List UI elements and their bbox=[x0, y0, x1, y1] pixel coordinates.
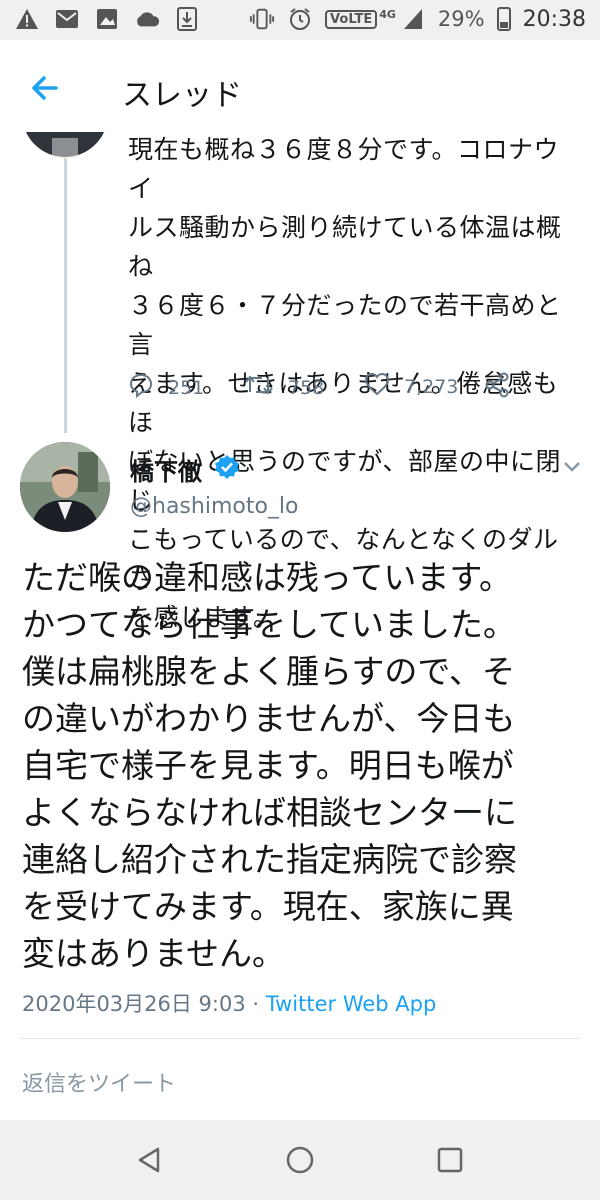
verified-badge-icon bbox=[214, 454, 240, 480]
previous-tweet-actions: 251 758 7,273 bbox=[128, 372, 580, 408]
back-triangle-icon[interactable] bbox=[134, 1144, 166, 1176]
gmail-icon bbox=[54, 6, 80, 32]
status-bar: VoLTE 4G 29% 20:38 bbox=[0, 0, 600, 40]
retweet-icon bbox=[244, 372, 274, 403]
chevron-down-icon[interactable] bbox=[560, 454, 584, 478]
thread-connector-line bbox=[64, 158, 67, 433]
alarm-icon bbox=[287, 6, 313, 32]
reply-action[interactable]: 251 bbox=[128, 372, 204, 403]
meta-separator: · bbox=[245, 992, 266, 1016]
arrow-left-icon[interactable] bbox=[26, 68, 66, 108]
reply-count: 251 bbox=[168, 376, 205, 399]
retweet-action[interactable]: 758 bbox=[244, 372, 324, 403]
warning-icon bbox=[14, 6, 40, 32]
author-name[interactable]: 橋下徹 bbox=[130, 452, 202, 487]
network-gen-label: 4G bbox=[379, 7, 396, 21]
page-title: スレッド bbox=[122, 78, 242, 113]
divider bbox=[20, 1038, 580, 1039]
status-bar-left bbox=[14, 6, 200, 32]
volte-badge: VoLTE bbox=[325, 9, 378, 29]
tweet-text: ただ喉の違和感は残っています。 かつてなら仕事をしていました。 僕は扁桃腺をよく… bbox=[22, 558, 517, 973]
reply-icon bbox=[128, 372, 154, 403]
app-bar: スレッド bbox=[0, 40, 600, 132]
share-action[interactable] bbox=[484, 372, 510, 403]
clock: 20:38 bbox=[522, 6, 586, 32]
battery-percent: 29% bbox=[437, 7, 485, 31]
heart-icon bbox=[364, 372, 390, 401]
previous-tweet-avatar[interactable] bbox=[22, 132, 108, 158]
vibrate-icon bbox=[249, 6, 275, 32]
image-icon bbox=[94, 6, 120, 32]
avatar[interactable] bbox=[20, 442, 110, 532]
source-app-link[interactable]: Twitter Web App bbox=[266, 992, 437, 1016]
cloud-icon bbox=[134, 6, 160, 32]
signal-icon bbox=[400, 6, 426, 32]
system-nav-bar bbox=[0, 1120, 600, 1200]
retweet-count: 758 bbox=[288, 376, 325, 399]
share-icon bbox=[484, 372, 510, 403]
download-icon bbox=[174, 6, 200, 32]
reply-input[interactable]: 返信をツイート bbox=[22, 1066, 176, 1098]
like-count: 7,273 bbox=[404, 375, 459, 398]
tweet-timestamp[interactable]: 2020年03月26日 9:03 bbox=[22, 992, 246, 1016]
recents-square-icon[interactable] bbox=[434, 1144, 466, 1176]
status-bar-right: VoLTE 4G 29% 20:38 bbox=[249, 6, 586, 32]
tweet-meta: 2020年03月26日 9:03 · Twitter Web App bbox=[22, 988, 436, 1018]
home-circle-icon[interactable] bbox=[284, 1144, 316, 1176]
battery-icon bbox=[496, 7, 511, 31]
author-handle[interactable]: @hashimoto_lo bbox=[130, 494, 299, 519]
like-action[interactable]: 7,273 bbox=[364, 372, 458, 401]
